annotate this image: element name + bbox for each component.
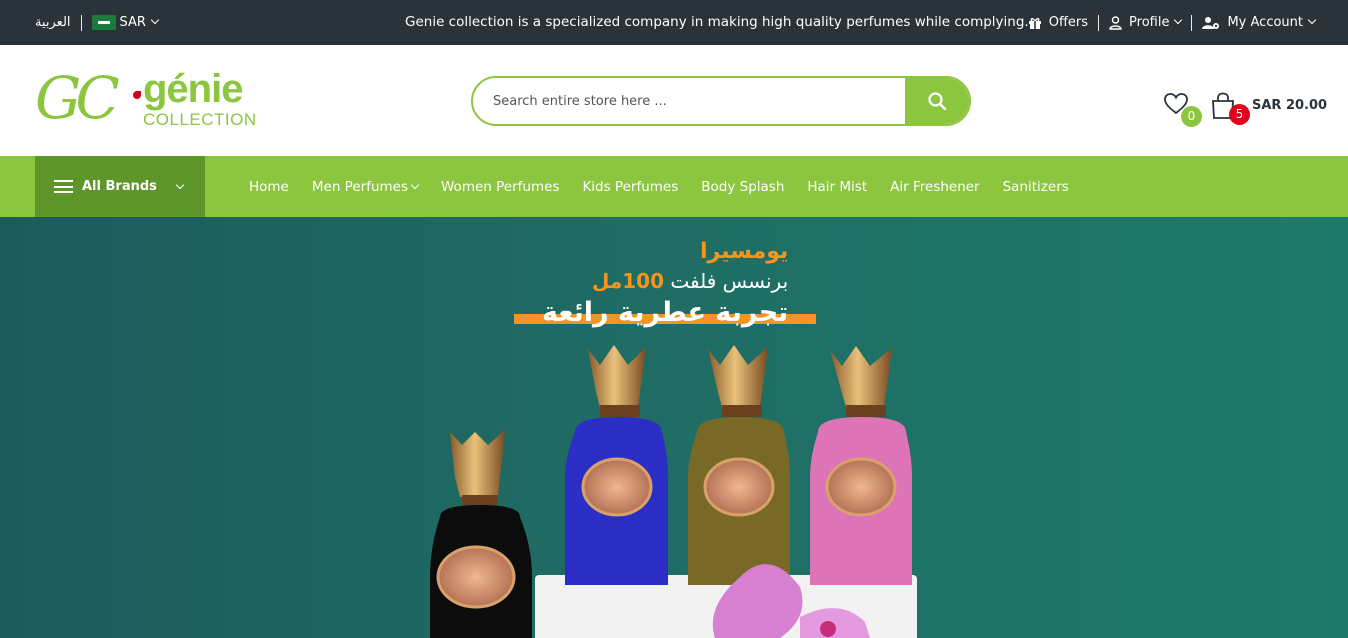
blue-perfume-bottle	[565, 345, 668, 585]
announcement-text: Genie collection is a specialized compan…	[405, 14, 1038, 30]
nav-item-kids-perfumes[interactable]: Kids Perfumes	[582, 179, 678, 195]
logo-drop-icon	[133, 91, 141, 99]
offers-link[interactable]: Offers	[1028, 15, 1088, 30]
nav-item-body-splash[interactable]: Body Splash	[701, 179, 784, 195]
pink-perfume-bottle	[810, 346, 912, 585]
saudi-flag-icon	[91, 15, 116, 30]
currency-select[interactable]: SAR	[120, 15, 146, 30]
hero-banner[interactable]: يومسيرا برنسس فلفت 100مل تجربة عطرية رائ…	[0, 217, 1348, 638]
nav-item-hair-mist[interactable]: Hair Mist	[807, 179, 867, 195]
top-bar: العربية SAR Genie collection is a specia…	[0, 0, 1348, 45]
chevron-down-icon	[175, 180, 185, 190]
top-bar-right: Offers Profile My Account	[1028, 0, 1317, 45]
perfume-bottles-image	[430, 345, 912, 638]
divider	[80, 14, 82, 31]
search-bar	[471, 76, 971, 126]
all-brands-button[interactable]: All Brands	[35, 156, 205, 217]
black-perfume-bottle	[430, 430, 532, 638]
cart-count-badge: 5	[1229, 104, 1250, 125]
menu-icon	[54, 180, 73, 193]
main-nav: All Brands Home Men Perfumes Women Perfu…	[0, 156, 1348, 217]
chevron-down-icon	[1174, 15, 1183, 24]
site-logo[interactable]: GC génie COLLECTION	[35, 63, 257, 133]
search-icon	[928, 92, 947, 111]
user-settings-icon	[1202, 16, 1220, 29]
divider	[1191, 14, 1193, 31]
nav-item-label: Men Perfumes	[311, 178, 408, 195]
user-icon	[1109, 15, 1122, 30]
profile-label: Profile	[1129, 15, 1170, 30]
logo-monogram: GC	[35, 64, 120, 132]
nav-item-sanitizers[interactable]: Sanitizers	[1003, 179, 1069, 195]
my-account-menu[interactable]: My Account	[1202, 15, 1317, 30]
all-brands-label: All Brands	[82, 179, 157, 194]
nav-item-men-perfumes[interactable]: Men Perfumes	[311, 178, 420, 195]
nav-item-women-perfumes[interactable]: Women Perfumes	[441, 179, 559, 195]
search-input[interactable]	[473, 78, 905, 124]
site-header: GC génie COLLECTION 0 5 SAR 20.00	[0, 45, 1348, 156]
nav-menu: Home Men Perfumes Women Perfumes Kids Pe…	[249, 156, 1092, 217]
olive-perfume-bottle	[688, 345, 790, 585]
nav-item-home[interactable]: Home	[249, 179, 289, 195]
wishlist-button[interactable]: 0	[1163, 92, 1203, 128]
cart-button[interactable]: 5	[1210, 92, 1255, 128]
chevron-down-icon	[410, 180, 420, 189]
search-button[interactable]	[905, 78, 969, 124]
logo-subtitle: COLLECTION	[143, 110, 257, 129]
chevron-down-icon	[1307, 15, 1317, 24]
offers-label: Offers	[1048, 15, 1089, 30]
chevron-down-icon	[150, 15, 160, 24]
cart-total[interactable]: SAR 20.00	[1252, 98, 1327, 113]
my-account-label: My Account	[1227, 15, 1303, 30]
wishlist-count-badge: 0	[1181, 106, 1202, 127]
profile-menu[interactable]: Profile	[1109, 15, 1183, 30]
logo-wordmark: génie	[143, 67, 243, 111]
nav-item-air-freshener[interactable]: Air Freshener	[890, 179, 979, 195]
top-bar-left: العربية SAR	[35, 0, 160, 45]
language-switch[interactable]: العربية	[35, 15, 71, 30]
divider	[1098, 14, 1100, 31]
gift-icon	[1028, 17, 1041, 29]
